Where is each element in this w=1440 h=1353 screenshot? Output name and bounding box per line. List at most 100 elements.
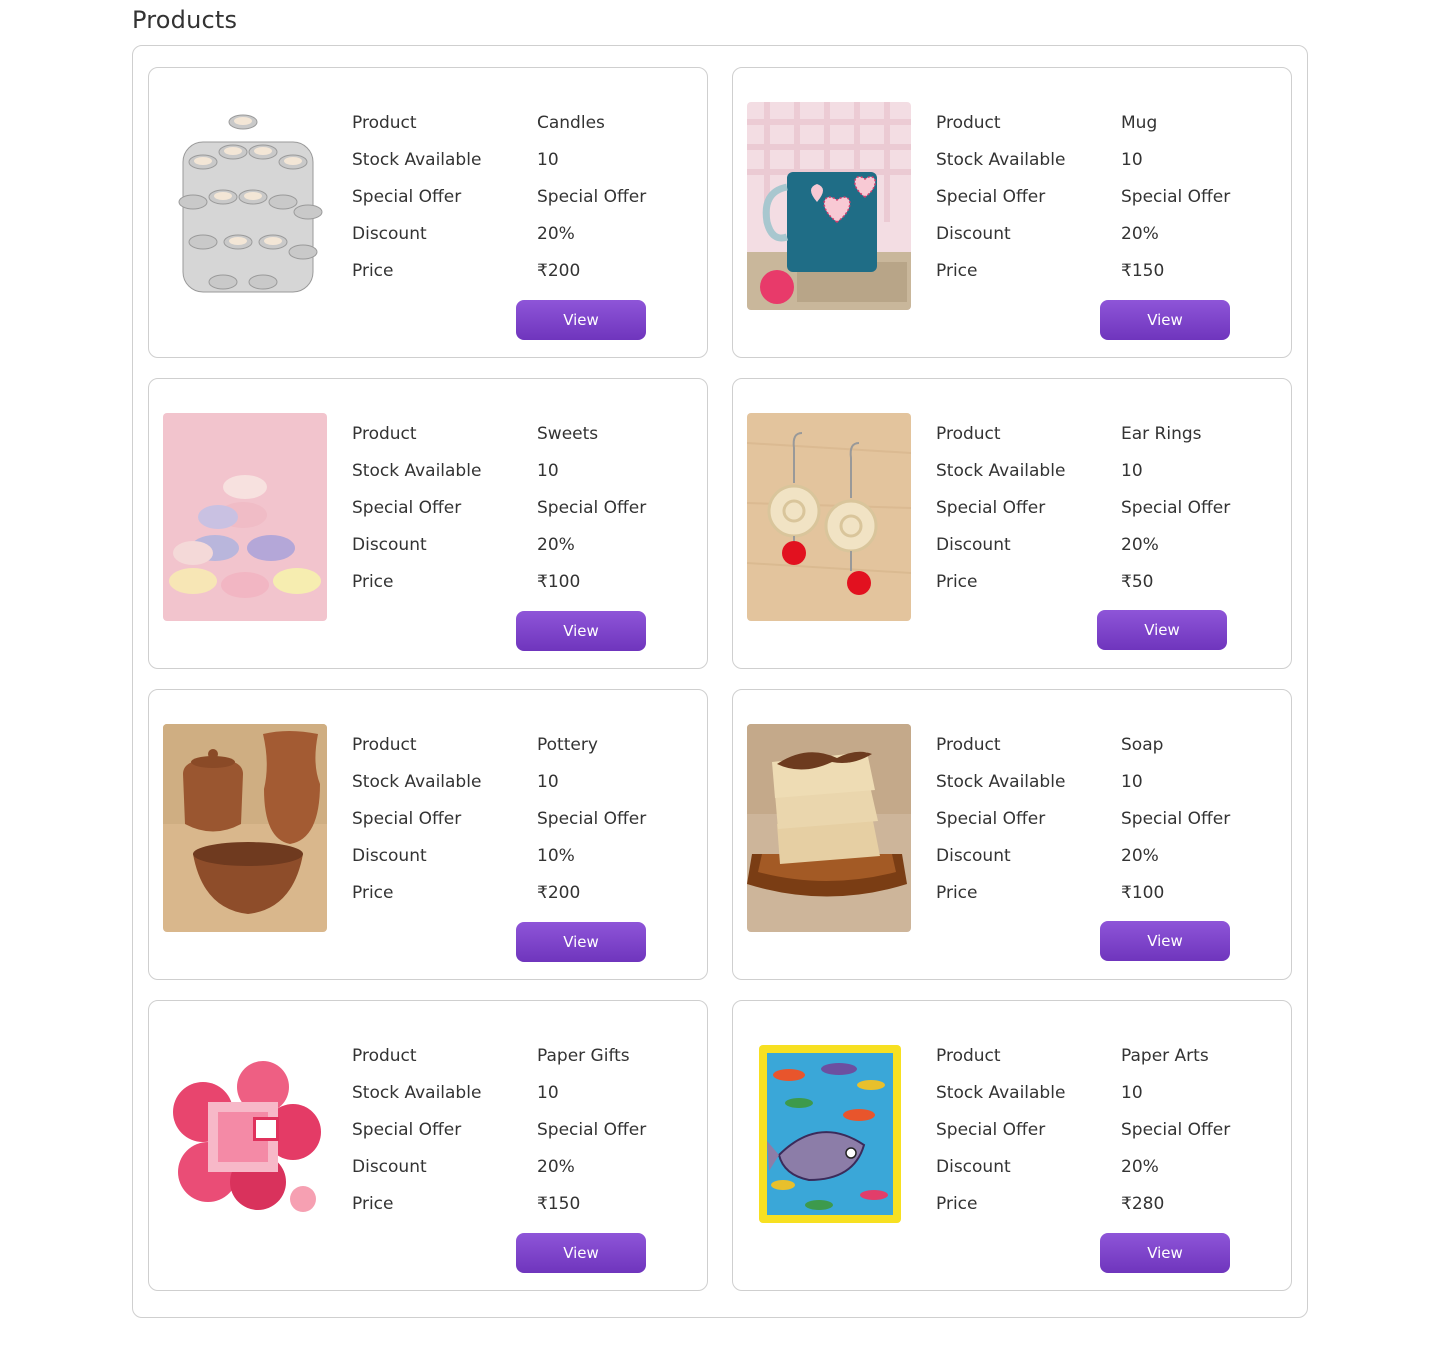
label-offer: Special Offer [352, 808, 462, 829]
view-button-sweets[interactable]: View [516, 611, 646, 651]
product-card-sweets: Product Sweets Stock Available 10 Special … [148, 378, 708, 669]
value-price: ₹100 [1121, 882, 1165, 903]
value-offer: Special Offer [537, 186, 647, 207]
value-stock: 10 [1121, 1082, 1143, 1103]
value-product: Candles [537, 112, 605, 133]
info-row-offer: Special Offer Special Offer [936, 489, 1276, 526]
value-stock: 10 [1121, 460, 1143, 481]
value-discount: 10% [537, 845, 575, 866]
product-info: Product Mug Stock Available 10 Special Off… [936, 104, 1276, 289]
view-button-ear-rings[interactable]: View [1097, 610, 1227, 650]
info-row-product: Product Mug [936, 104, 1276, 141]
info-row-product: Product Soap [936, 726, 1276, 763]
product-card-mug: Product Mug Stock Available 10 Special Off… [732, 67, 1292, 358]
value-product: Soap [1121, 734, 1164, 755]
value-price: ₹280 [1121, 1193, 1165, 1214]
value-stock: 10 [1121, 149, 1143, 170]
products-panel: Product Candles Stock Available 10 Special… [132, 45, 1308, 1318]
info-row-discount: Discount 20% [936, 526, 1276, 563]
label-price: Price [936, 260, 978, 281]
view-button-paper-gifts[interactable]: View [516, 1233, 646, 1273]
info-row-product: Product Paper Arts [936, 1037, 1276, 1074]
value-offer: Special Offer [1121, 808, 1231, 829]
value-offer: Special Offer [537, 497, 647, 518]
value-product: Ear Rings [1121, 423, 1202, 444]
label-product: Product [352, 1045, 417, 1066]
product-info: Product Paper Arts Stock Available 10 Spec… [936, 1037, 1276, 1222]
info-row-offer: Special Offer Special Offer [352, 800, 692, 837]
view-button-candles[interactable]: View [516, 300, 646, 340]
label-product: Product [936, 1045, 1001, 1066]
info-row-stock: Stock Available 10 [352, 452, 692, 489]
label-product: Product [936, 112, 1001, 133]
value-product: Paper Arts [1121, 1045, 1209, 1066]
label-discount: Discount [352, 1156, 427, 1177]
info-row-product: Product Ear Rings [936, 415, 1276, 452]
value-stock: 10 [1121, 771, 1143, 792]
info-row-price: Price ₹50 [936, 563, 1276, 600]
product-image-soap [747, 724, 911, 932]
value-price: ₹150 [1121, 260, 1165, 281]
value-offer: Special Offer [1121, 497, 1231, 518]
label-price: Price [352, 260, 394, 281]
info-row-product: Product Candles [352, 104, 692, 141]
info-row-discount: Discount 20% [936, 1148, 1276, 1185]
label-stock: Stock Available [352, 771, 482, 792]
label-discount: Discount [936, 223, 1011, 244]
info-row-offer: Special Offer Special Offer [936, 178, 1276, 215]
product-card-paper-arts: Product Paper Arts Stock Available 10 Spec… [732, 1000, 1292, 1291]
label-offer: Special Offer [936, 808, 1046, 829]
info-row-product: Product Pottery [352, 726, 692, 763]
product-image-paper-gifts [163, 1057, 327, 1221]
view-button-mug[interactable]: View [1100, 300, 1230, 340]
label-stock: Stock Available [936, 1082, 1066, 1103]
view-button-soap[interactable]: View [1100, 921, 1230, 961]
info-row-stock: Stock Available 10 [352, 1074, 692, 1111]
view-button-pottery[interactable]: View [516, 922, 646, 962]
view-button-paper-arts[interactable]: View [1100, 1233, 1230, 1273]
label-offer: Special Offer [352, 186, 462, 207]
label-price: Price [352, 882, 394, 903]
info-row-offer: Special Offer Special Offer [352, 489, 692, 526]
product-image-ear-rings [747, 413, 911, 621]
value-discount: 20% [537, 534, 575, 555]
label-product: Product [352, 734, 417, 755]
info-row-product: Product Sweets [352, 415, 692, 452]
value-discount: 20% [1121, 845, 1159, 866]
product-image-pottery [163, 724, 327, 932]
label-stock: Stock Available [352, 1082, 482, 1103]
info-row-price: Price ₹200 [352, 252, 692, 289]
product-card-soap: Product Soap Stock Available 10 Special Of… [732, 689, 1292, 980]
label-discount: Discount [352, 223, 427, 244]
label-product: Product [936, 423, 1001, 444]
label-product: Product [352, 112, 417, 133]
info-row-product: Product Paper Gifts [352, 1037, 692, 1074]
label-price: Price [936, 571, 978, 592]
label-price: Price [352, 571, 394, 592]
label-discount: Discount [936, 845, 1011, 866]
value-stock: 10 [537, 1082, 559, 1103]
info-row-stock: Stock Available 10 [936, 763, 1276, 800]
value-discount: 20% [1121, 1156, 1159, 1177]
info-row-price: Price ₹280 [936, 1185, 1276, 1222]
value-offer: Special Offer [1121, 186, 1231, 207]
info-row-offer: Special Offer Special Offer [936, 1111, 1276, 1148]
label-offer: Special Offer [352, 1119, 462, 1140]
info-row-offer: Special Offer Special Offer [352, 178, 692, 215]
value-product: Pottery [537, 734, 598, 755]
label-product: Product [352, 423, 417, 444]
label-price: Price [936, 1193, 978, 1214]
value-offer: Special Offer [537, 808, 647, 829]
label-stock: Stock Available [352, 149, 482, 170]
info-row-stock: Stock Available 10 [352, 141, 692, 178]
product-info: Product Candles Stock Available 10 Special… [352, 104, 692, 289]
label-stock: Stock Available [936, 149, 1066, 170]
value-offer: Special Offer [537, 1119, 647, 1140]
info-row-stock: Stock Available 10 [352, 763, 692, 800]
label-stock: Stock Available [936, 460, 1066, 481]
label-offer: Special Offer [352, 497, 462, 518]
info-row-discount: Discount 20% [352, 526, 692, 563]
label-stock: Stock Available [936, 771, 1066, 792]
label-product: Product [936, 734, 1001, 755]
product-info: Product Paper Gifts Stock Available 10 Spe… [352, 1037, 692, 1222]
